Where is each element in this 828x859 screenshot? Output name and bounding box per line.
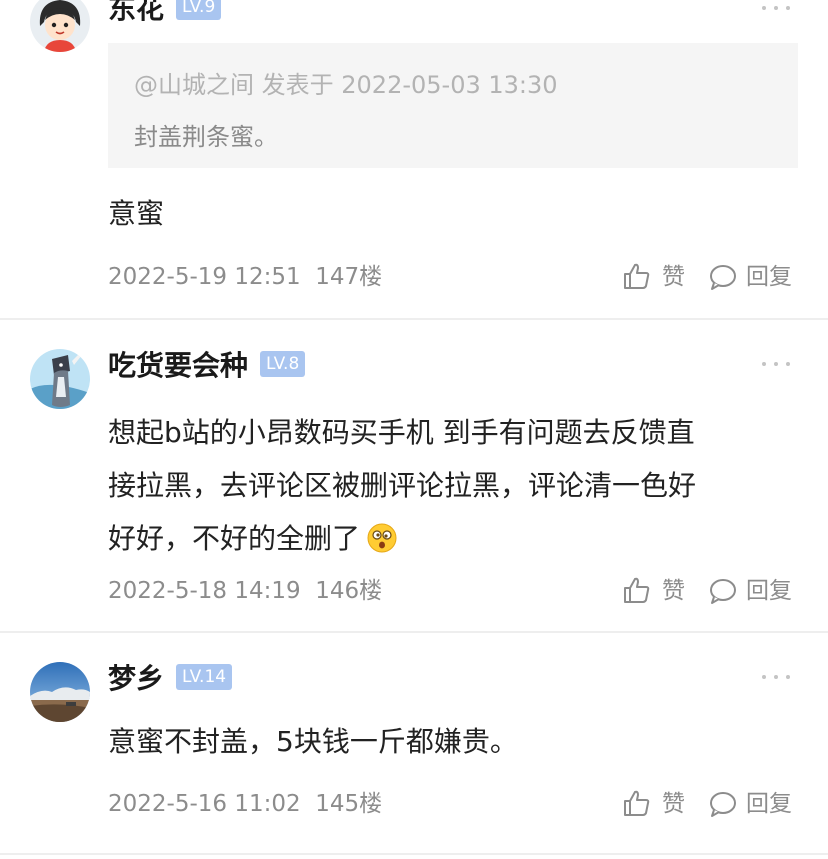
floor-number: 146楼 [315,578,383,604]
comment-content: 想起b站的小昂数码买手机 到手有问题去反馈直 接拉黑，去评论区被删评论拉黑，评论… [108,406,798,565]
comment-footer: 2022-5-16 11:02 145楼 赞 回复 [108,788,798,820]
content-line-with-emoji: 好好，不好的全删了 [108,512,798,565]
quote-text: 封盖荆条蜜。 [134,123,278,151]
avatar[interactable] [30,662,90,722]
speech-bubble-icon [710,579,736,604]
anime-character-avatar-icon [30,349,90,409]
username-text[interactable]: 东花 [108,0,164,25]
level-badge: LV.14 [176,664,233,690]
comment-time: 2022-5-18 14:19 146楼 [108,575,382,607]
comment-time: 2022-5-16 11:02 145楼 [108,788,382,820]
reply-label: 回复 [746,264,792,290]
more-dots-icon[interactable] [762,4,790,12]
comment-footer: 2022-5-18 14:19 146楼 赞 回复 [108,575,798,607]
comment-content: 意蜜不封盖，5块钱一斤都嫌贵。 [108,725,518,758]
comment-content: 意蜜 [108,197,165,230]
cartoon-girl-avatar-icon [30,0,90,52]
avatar[interactable] [30,349,90,409]
thumbs-up-icon [624,577,650,603]
level-badge: LV.9 [176,0,222,20]
timestamp: 2022-5-16 11:02 [108,791,301,817]
comment-146: 吃货要会种 LV.8 想起b站的小昂数码买手机 到手有问题去反馈直 接拉黑，去评论… [0,320,828,631]
like-label: 赞 [662,578,685,604]
quoted-comment[interactable]: @山城之间 发表于 2022-05-03 13:30 封盖荆条蜜。 [108,43,798,168]
username-text[interactable]: 梦乡 [108,662,164,695]
content-line: 想起b站的小昂数码买手机 到手有问题去反馈直 [108,416,695,449]
quote-meta: @山城之间 发表于 2022-05-03 13:30 [134,71,558,99]
reply-label: 回复 [746,791,792,817]
like-label: 赞 [662,791,685,817]
comment-time: 2022-5-19 12:51 147楼 [108,261,382,293]
level-badge: LV.8 [260,351,306,377]
timestamp: 2022-5-19 12:51 [108,264,301,290]
dizzy-face-emoji-icon [367,523,397,553]
thumbs-up-icon [624,263,650,289]
comment-147: 东花 LV.9 @山城之间 发表于 2022-05-03 13:30 封盖荆条蜜。… [0,0,828,318]
speech-bubble-icon [710,792,736,817]
comment-footer: 2022-5-19 12:51 147楼 赞 回复 [108,261,798,293]
reply-label: 回复 [746,578,792,604]
more-dots-icon[interactable] [762,360,790,368]
username[interactable]: 东花 LV.9 [108,0,222,26]
content-line: 好好，不好的全删了 [108,522,361,555]
timestamp: 2022-5-18 14:19 [108,578,301,604]
more-dots-icon[interactable] [762,673,790,681]
like-label: 赞 [662,264,685,290]
username[interactable]: 梦乡 LV.14 [108,662,233,696]
thumbs-up-icon [624,790,650,816]
divider [0,853,828,855]
speech-bubble-icon [710,265,736,290]
avatar[interactable] [30,0,90,52]
floor-number: 147楼 [315,264,383,290]
username-text[interactable]: 吃货要会种 [108,349,248,382]
landscape-photo-avatar-icon [30,662,90,722]
username[interactable]: 吃货要会种 LV.8 [108,349,306,383]
comment-145: 梦乡 LV.14 意蜜不封盖，5块钱一斤都嫌贵。 2022-5-16 11:02 … [0,633,828,853]
floor-number: 145楼 [315,791,383,817]
content-line: 接拉黑，去评论区被删评论拉黑，评论清一色好 [108,469,697,502]
